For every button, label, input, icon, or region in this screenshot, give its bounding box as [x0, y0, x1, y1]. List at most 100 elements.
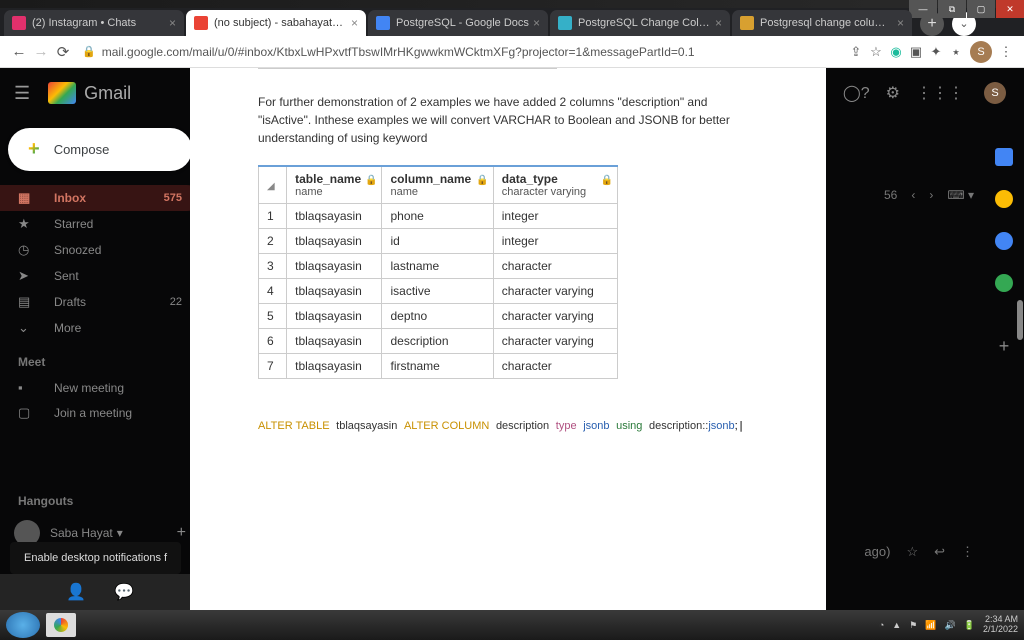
chrome-taskbar[interactable] [46, 613, 76, 637]
tray-icon[interactable]: ▲ [892, 620, 901, 630]
reading-list-icon[interactable]: ⭑ [946, 44, 966, 60]
lock-icon: 🔒 [365, 175, 377, 186]
close-tab-icon[interactable]: × [351, 16, 358, 30]
nav-label: Starred [54, 217, 93, 231]
join-meeting[interactable]: ▢Join a meeting [0, 400, 200, 426]
reload-button[interactable]: ⟳ [52, 43, 74, 61]
close-tab-icon[interactable]: × [715, 16, 722, 30]
nav-label: More [54, 321, 81, 335]
start-button[interactable] [6, 612, 40, 638]
more-button[interactable]: ⋮ [961, 544, 974, 560]
tray-flag[interactable]: ⚑ [909, 620, 917, 631]
input-tools[interactable]: ⌨ ▾ [947, 188, 974, 202]
star-icon[interactable]: ☆ [866, 44, 886, 60]
sidebar-item-starred[interactable]: ★Starred [0, 211, 200, 237]
back-button[interactable]: ← [8, 43, 30, 60]
column-header: column_namename🔒 [382, 166, 493, 204]
max-button[interactable]: ▢ [967, 0, 995, 18]
sidebar-item-snoozed[interactable]: ◷ Snoozed [0, 237, 200, 263]
apps-icon[interactable]: ⋮⋮⋮ [916, 83, 964, 103]
favicon [12, 16, 26, 30]
sql-code: ALTER TABLE tblaqsayasin ALTER COLUMN de… [258, 419, 758, 432]
nav-icon: ◷ [18, 242, 38, 258]
table-row: 5tblaqsayasindeptnocharacter varying [259, 304, 618, 329]
add-addon[interactable]: + [999, 336, 1010, 357]
nav-label: Sent [54, 269, 79, 283]
lock-icon: 🔒 [476, 175, 488, 186]
favicon [558, 16, 572, 30]
nav-icon: ▦ [18, 190, 38, 206]
nav-label: Snoozed [54, 243, 101, 257]
browser-tab[interactable]: PostgreSQL - Google Docs× [368, 10, 548, 36]
favicon [740, 16, 754, 30]
close-button[interactable]: ✕ [996, 0, 1024, 18]
table-row: 5tblaqsayasinphonecharacter varying [259, 68, 557, 69]
table-row: 1tblaqsayasinphoneinteger [259, 204, 618, 229]
table-row: 6tblaqsayasindescriptioncharacter varyin… [259, 329, 618, 354]
gmail-logo: Gmail [48, 82, 131, 104]
profile-avatar[interactable]: S [970, 41, 992, 63]
close-tab-icon[interactable]: × [169, 16, 176, 30]
next-page[interactable]: › [929, 188, 933, 202]
nav-icon: ▤ [18, 294, 38, 310]
sidebar-item-inbox[interactable]: ▦Inbox575 [0, 185, 200, 211]
prev-page[interactable]: ‹ [911, 188, 915, 202]
star-message[interactable]: ☆ [906, 544, 918, 560]
sidebar-item-drafts[interactable]: ▤Drafts22 [0, 289, 200, 315]
table-row: 7tblaqsayasinfirstnamecharacter [259, 354, 618, 379]
tasks-icon[interactable] [995, 232, 1013, 250]
menu-button[interactable]: ☰ [14, 83, 30, 104]
settings-icon[interactable]: ⚙ [886, 83, 900, 103]
tray-icon[interactable]: ◔ [879, 620, 884, 630]
hangout-footer: 👤 💬 [0, 574, 200, 610]
min-button[interactable]: — [909, 0, 937, 18]
chat-icon[interactable]: 💬 [114, 582, 134, 602]
meet-header: Meet [0, 341, 200, 375]
table-row: 2tblaqsayasinidinteger [259, 229, 618, 254]
browser-tab[interactable]: (no subject) - sabahayatkh… × [186, 10, 366, 36]
paragraph: For further demonstration of 2 examples … [258, 93, 758, 147]
tray-net[interactable]: 📶 [925, 620, 936, 631]
ext-icon[interactable]: ▣ [906, 44, 926, 60]
table-2: ◢table_namename🔒column_namename🔒data_typ… [258, 165, 618, 379]
sidebar-item-sent[interactable]: ➤ Sent [0, 263, 200, 289]
url-field[interactable]: 🔒mail.google.com/mail/u/0/#inbox/KtbxLwH… [82, 45, 838, 59]
nav-icon: ⌄ [18, 320, 38, 336]
nav-count: 22 [170, 296, 182, 308]
grammarly-icon[interactable]: ◉ [886, 44, 906, 60]
reply-button[interactable]: ↩ [934, 544, 945, 560]
taskbar: ◔ ▲ ⚑ 📶 🔊 🔋 2:34 AM2/1/2022 [0, 610, 1024, 640]
calendar-icon[interactable] [995, 148, 1013, 166]
column-header: data_typecharacter varying🔒 [493, 166, 617, 204]
nav-icon: ➤ [18, 268, 38, 284]
person-icon[interactable]: 👤 [66, 582, 86, 602]
help-icon[interactable]: ◯? [843, 83, 870, 103]
new-meeting[interactable]: ▪New meeting [0, 375, 200, 400]
browser-tab[interactable]: Postgresql change column… × [732, 10, 912, 36]
close-tab-icon[interactable]: × [533, 16, 540, 30]
menu-icon[interactable]: ⋮ [996, 44, 1016, 60]
tab-title: (2) Instagram • Chats [32, 17, 165, 29]
notification-toast[interactable]: Enable desktop notifications f [10, 542, 181, 574]
close-tab-icon[interactable]: × [897, 16, 904, 30]
document-content: 4tblaqsayasinlastnamecharacter varying5t… [190, 68, 826, 610]
browser-tab[interactable]: PostgreSQL Change Colum…× [550, 10, 730, 36]
restore-button[interactable]: ⧉ [938, 0, 966, 18]
contacts-icon[interactable] [995, 274, 1013, 292]
extensions-icon[interactable]: ✦ [926, 44, 946, 60]
browser-tab[interactable]: (2) Instagram • Chats × [4, 10, 184, 36]
tray-vol[interactable]: 🔊 [945, 620, 956, 631]
scrollbar[interactable] [1017, 300, 1023, 340]
tab-title: Postgresql change column… [760, 17, 893, 29]
share-icon[interactable]: ⇪ [846, 44, 866, 60]
tab-title: (no subject) - sabahayatkh… [214, 17, 347, 29]
hangouts-header: Hangouts [0, 480, 200, 514]
compose-button[interactable]: +Compose [8, 128, 192, 171]
clock[interactable]: 2:34 AM2/1/2022 [983, 615, 1018, 635]
keep-icon[interactable] [995, 190, 1013, 208]
tray-bat[interactable]: 🔋 [964, 620, 975, 631]
browser-tabs: (2) Instagram • Chats×(no subject) - sab… [0, 8, 1024, 36]
sidebar-item-more[interactable]: ⌄ More [0, 315, 200, 341]
favicon [194, 16, 208, 30]
forward-button[interactable]: → [30, 43, 52, 60]
